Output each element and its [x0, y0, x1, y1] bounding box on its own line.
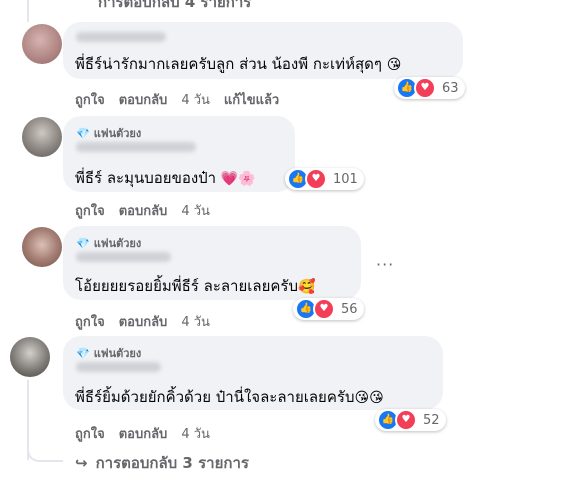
like-button[interactable]: ถูกใจ: [75, 89, 105, 110]
love-reaction-icon: ♥: [305, 168, 327, 190]
comment-actions: ถูกใจ ตอบกลับ 4 วัน: [75, 423, 210, 444]
comment-actions: ถูกใจ ตอบกลับ 4 วัน: [75, 311, 210, 332]
emoji: 💗🌸: [220, 171, 256, 187]
love-reaction-icon: ♥: [414, 77, 436, 99]
thread-line: [27, 0, 29, 22]
reaction-summary[interactable]: 👍 ♥ 56: [293, 298, 364, 320]
reaction-count: 52: [423, 412, 440, 428]
comment-text: โอ้ยยยยรอยยิ้มพี่ธีร์ ละลายเลยครับ🥰: [75, 277, 316, 295]
reply-button[interactable]: ตอบกลับ: [119, 423, 168, 444]
reaction-summary[interactable]: 👍 ♥ 63: [394, 77, 465, 99]
emoji: 😘😘: [354, 390, 384, 406]
love-reaction-icon: ♥: [313, 298, 335, 320]
comment-text: พี่ธีร์ยิ้มด้วยยักคิ้วด้วย ป๋านี่ใจละลาย…: [75, 388, 384, 406]
avatar[interactable]: [10, 337, 50, 377]
like-button[interactable]: ถูกใจ: [75, 311, 105, 332]
commenter-name[interactable]: [76, 32, 166, 42]
reply-button[interactable]: ตอบกลับ: [119, 89, 168, 110]
commenter-name[interactable]: [76, 142, 196, 152]
reply-button[interactable]: ตอบกลับ: [119, 311, 168, 332]
more-options-button[interactable]: ···: [376, 255, 394, 274]
view-replies-link[interactable]: ↪ การตอบกลับ 3 รายการ: [75, 451, 249, 475]
emoji: 😘: [386, 57, 402, 73]
commenter-name[interactable]: [76, 252, 171, 262]
timestamp[interactable]: 4 วัน: [181, 200, 210, 221]
reaction-count: 101: [333, 171, 358, 187]
comment-text: พี่ธีร์ ละมุนบอยของป๋า 💗🌸: [75, 169, 256, 187]
top-fan-badge[interactable]: 💎 แฟนตัวยง: [76, 344, 141, 362]
thread-line-curve: [27, 430, 63, 462]
comment-actions: ถูกใจ ตอบกลับ 4 วัน: [75, 200, 210, 221]
reaction-count: 56: [341, 301, 358, 317]
timestamp[interactable]: 4 วัน: [181, 311, 210, 332]
emoji: 🥰: [298, 279, 316, 295]
reaction-count: 63: [442, 80, 459, 96]
reaction-summary[interactable]: 👍 ♥ 52: [375, 409, 446, 431]
top-fan-badge[interactable]: 💎 แฟนตัวยง: [76, 234, 141, 252]
commenter-name[interactable]: [76, 362, 161, 372]
avatar[interactable]: [22, 24, 62, 64]
previous-replies-link[interactable]: การตอบกลับ 4 รายการ: [98, 0, 251, 14]
diamond-icon: 💎: [76, 346, 90, 360]
avatar[interactable]: [22, 117, 62, 157]
reaction-summary[interactable]: 👍 ♥ 101: [285, 168, 364, 190]
reply-button[interactable]: ตอบกลับ: [119, 200, 168, 221]
diamond-icon: 💎: [76, 126, 90, 140]
top-fan-badge[interactable]: 💎 แฟนตัวยง: [76, 124, 141, 142]
timestamp[interactable]: 4 วัน: [181, 423, 210, 444]
like-button[interactable]: ถูกใจ: [75, 200, 105, 221]
avatar[interactable]: [22, 227, 62, 267]
timestamp[interactable]: 4 วัน: [181, 89, 210, 110]
reply-arrow-icon: ↪: [75, 454, 88, 472]
diamond-icon: 💎: [76, 236, 90, 250]
comment-actions: ถูกใจ ตอบกลับ 4 วัน แก้ไขแล้ว: [75, 89, 279, 110]
comment-text: พี่ธีร์น่ารักมากเลยครับลูก ส่วน น้องพี ก…: [75, 55, 402, 73]
like-button[interactable]: ถูกใจ: [75, 423, 105, 444]
view-replies-label: การตอบกลับ 3 รายการ: [95, 454, 249, 472]
edited-label[interactable]: แก้ไขแล้ว: [224, 89, 279, 110]
love-reaction-icon: ♥: [395, 409, 417, 431]
